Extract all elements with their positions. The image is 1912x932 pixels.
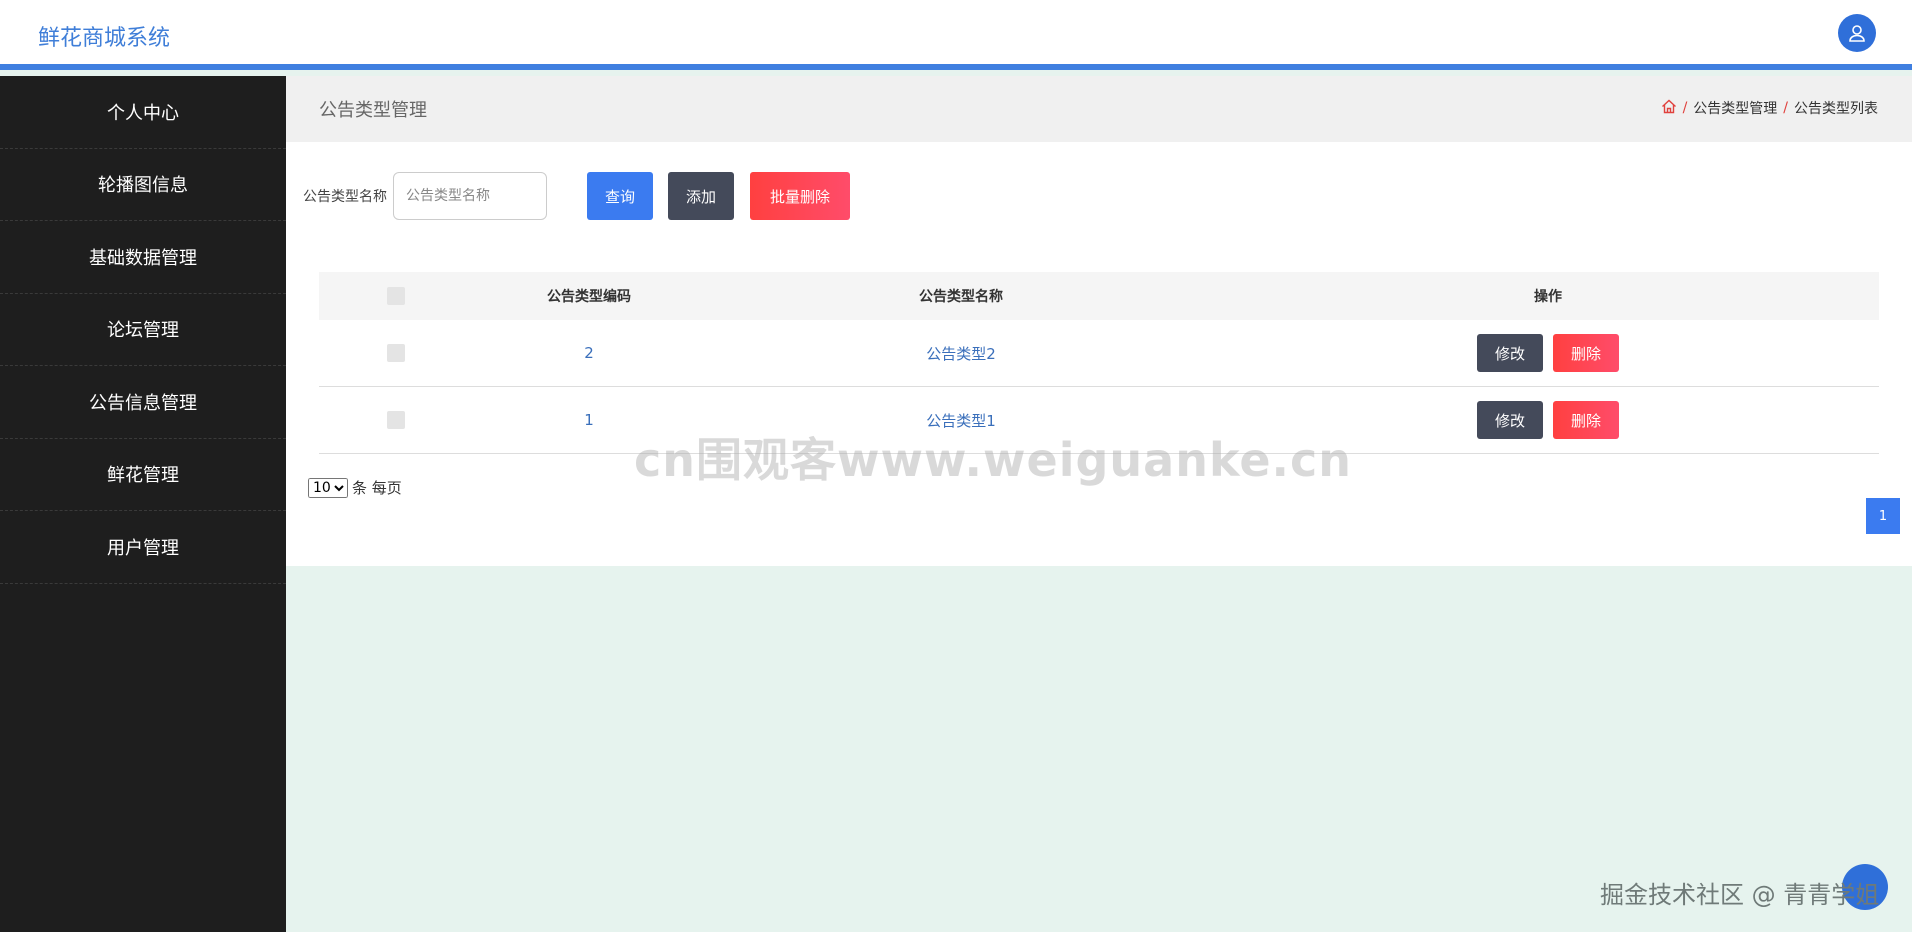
row-checkbox[interactable] (387, 411, 405, 429)
select-all-checkbox[interactable] (387, 287, 405, 305)
breadcrumb-item-type-list: 公告类型列表 (1794, 101, 1878, 117)
search-bar: 公告类型名称 查询 添加 批量删除 (303, 172, 850, 220)
breadcrumb-item-type-manage[interactable]: 公告类型管理 (1693, 98, 1777, 118)
breadcrumb-separator: / (1682, 100, 1688, 116)
table-header: 公告类型编码 公告类型名称 操作 (319, 272, 1879, 320)
sidebar-item-forum[interactable]: 论坛管理 (0, 294, 286, 366)
sidebar-item-notice-info[interactable]: 公告信息管理 (0, 366, 286, 439)
sidebar: 个人中心 轮播图信息 基础数据管理 论坛管理 公告信息管理 鲜花管理 用户管理 (0, 76, 286, 932)
breadcrumb-separator: / (1783, 100, 1788, 116)
pagination-page-1[interactable]: 1 (1866, 498, 1900, 534)
top-bar: 鲜花商城系统 (0, 0, 1912, 70)
batch-delete-button[interactable]: 批量删除 (750, 172, 850, 220)
home-icon[interactable] (1661, 99, 1677, 118)
page-header: 公告类型管理 / 公告类型管理 / 公告类型列表 (286, 76, 1912, 142)
page-title: 公告类型管理 (319, 100, 427, 121)
delete-button[interactable]: 删除 (1553, 334, 1619, 372)
notice-type-name-input[interactable] (393, 172, 547, 220)
add-button[interactable]: 添加 (668, 172, 734, 220)
edit-button[interactable]: 修改 (1477, 334, 1543, 372)
delete-button[interactable]: 删除 (1553, 401, 1619, 439)
sidebar-item-carousel[interactable]: 轮播图信息 (0, 149, 286, 221)
header-code: 公告类型编码 (547, 289, 631, 305)
search-label: 公告类型名称 (303, 189, 387, 205)
sidebar-item-users[interactable]: 用户管理 (0, 511, 286, 584)
watermark-corner: 掘金技术社区 @ 青青学姐 (1600, 881, 1880, 909)
main-content: 公告类型管理 / 公告类型管理 / 公告类型列表 公告类型名称 查询 添加 批量… (286, 76, 1912, 566)
table-row: 2 公告类型2 修改 删除 (319, 320, 1879, 387)
page-size-control: 10 条 每页 (308, 477, 402, 498)
breadcrumb: / 公告类型管理 / 公告类型列表 (1661, 98, 1878, 118)
query-button[interactable]: 查询 (587, 172, 653, 220)
app-title: 鲜花商城系统 (38, 26, 171, 51)
edit-button[interactable]: 修改 (1477, 401, 1543, 439)
user-avatar-icon[interactable] (1838, 14, 1876, 52)
row-code: 2 (584, 344, 594, 362)
page-size-suffix: 条 每页 (352, 479, 402, 497)
watermark-center: cn围观客www.weiguanke.cn (634, 433, 1353, 487)
sidebar-item-personal-center[interactable]: 个人中心 (0, 76, 286, 149)
sidebar-item-flowers[interactable]: 鲜花管理 (0, 439, 286, 511)
header-operation: 操作 (1534, 289, 1562, 305)
page-size-select[interactable]: 10 (308, 477, 348, 498)
header-name: 公告类型名称 (919, 289, 1003, 305)
row-checkbox[interactable] (387, 344, 405, 362)
sidebar-item-basic-data[interactable]: 基础数据管理 (0, 221, 286, 294)
row-name: 公告类型2 (926, 344, 996, 363)
